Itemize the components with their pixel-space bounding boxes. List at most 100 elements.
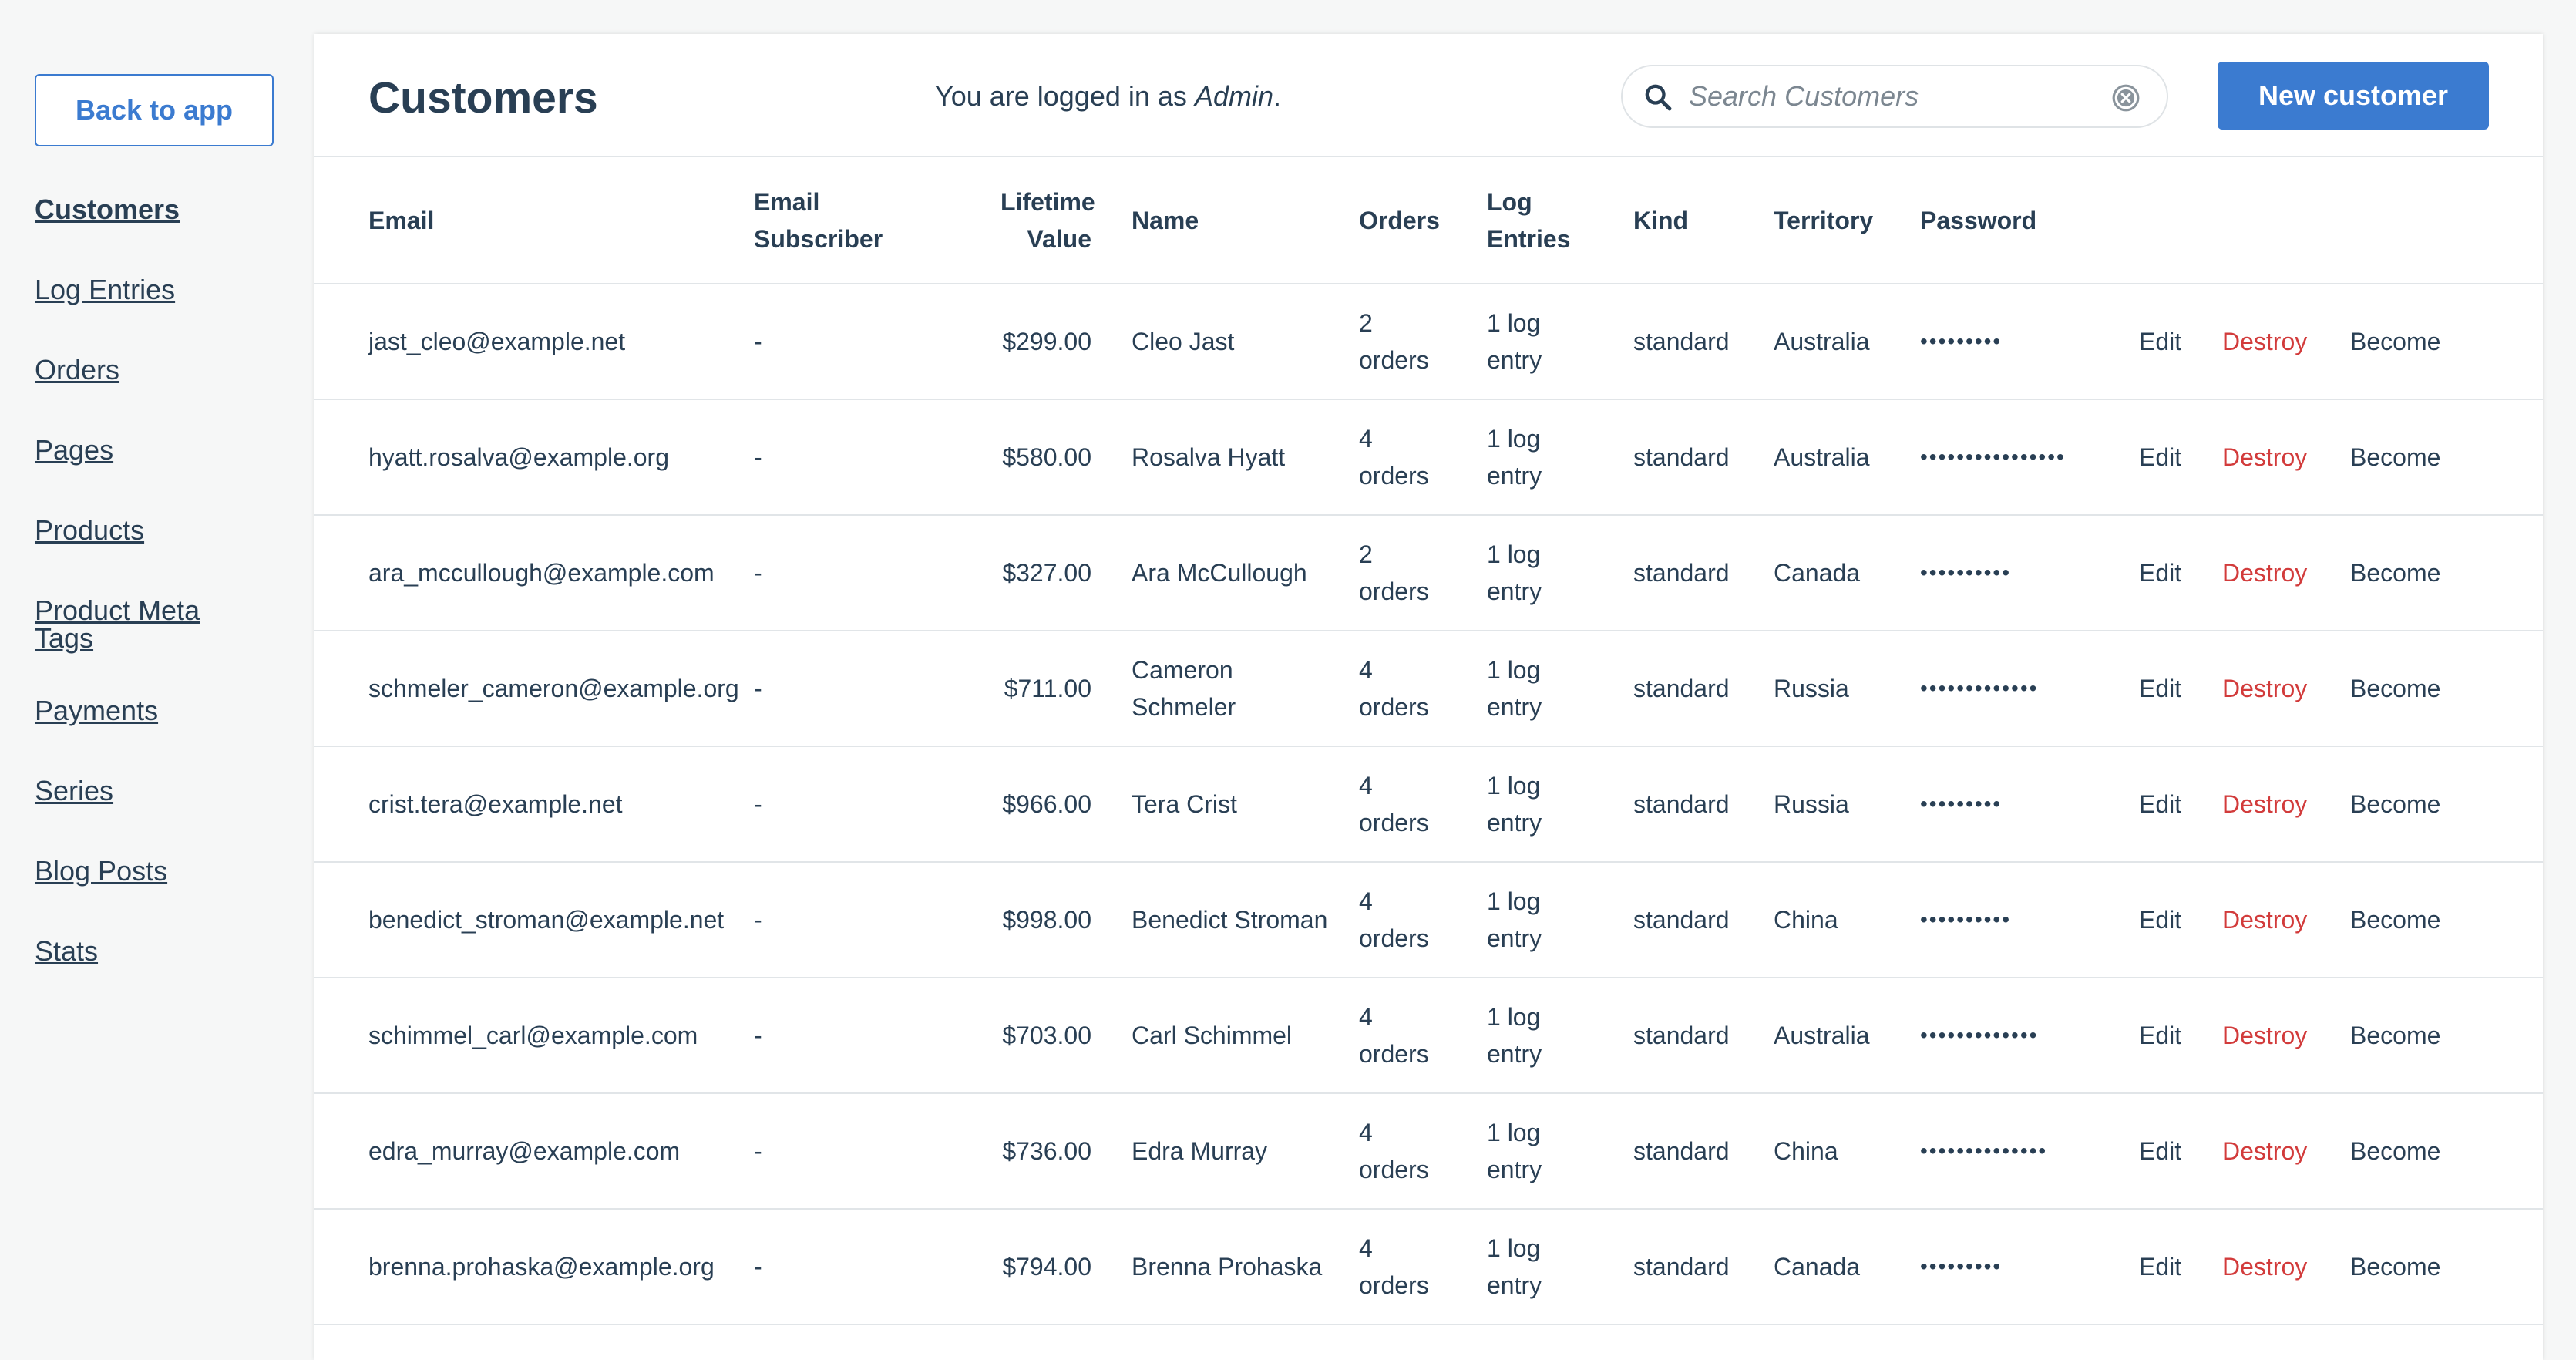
cell-kind: standard [1633, 1209, 1774, 1325]
destroy-link[interactable]: Destroy [2222, 515, 2350, 631]
cell-email: jast_cleo@example.net [314, 284, 754, 400]
cell-name: Rosalva Hyatt [1132, 399, 1359, 516]
cell-kind: standard [1633, 1093, 1774, 1210]
become-link[interactable]: Become [2350, 284, 2543, 400]
column-header-orders[interactable]: Orders [1359, 157, 1487, 284]
nav-stats[interactable]: Stats [35, 938, 281, 965]
search-input[interactable] [1689, 77, 2105, 116]
edit-link[interactable]: Edit [2139, 284, 2222, 400]
search-box[interactable] [1621, 65, 2168, 128]
nav-customers[interactable]: Customers [35, 196, 281, 224]
become-link[interactable]: Become [2350, 978, 2543, 1094]
destroy-link[interactable]: Destroy [2222, 746, 2350, 863]
nav-blog-posts[interactable]: Blog Posts [35, 857, 281, 885]
nav-payments[interactable]: Payments [35, 697, 281, 725]
cell-name: Edra Murray [1132, 1093, 1359, 1210]
become-link[interactable]: Become [2350, 862, 2543, 978]
table-row[interactable]: brenna.prohaska@example.org - $794.00 Br… [314, 1209, 2543, 1325]
edit-link[interactable]: Edit [2139, 1093, 2222, 1210]
table-row[interactable]: crist.tera@example.net - $966.00 Tera Cr… [314, 746, 2543, 863]
column-header-kind[interactable]: Kind [1633, 157, 1774, 284]
cell-email: schimmel_carl@example.com [314, 978, 754, 1094]
cell-territory: China [1774, 862, 1920, 978]
nav-log-entries[interactable]: Log Entries [35, 276, 281, 304]
edit-link[interactable]: Edit [2139, 1209, 2222, 1325]
destroy-link[interactable]: Destroy [2222, 862, 2350, 978]
cell-lifetime-value: $299.00 [954, 284, 1132, 400]
edit-link[interactable]: Edit [2139, 515, 2222, 631]
cell-lifetime-value: $580.00 [954, 399, 1132, 516]
column-header-email-subscriber[interactable]: Email Subscriber [754, 157, 954, 284]
table-row[interactable]: ara_mccullough@example.com - $327.00 Ara… [314, 515, 2543, 631]
edit-link[interactable]: Edit [2139, 978, 2222, 1094]
become-link[interactable]: Become [2350, 631, 2543, 747]
edit-link[interactable]: Edit [2139, 862, 2222, 978]
cell-password: •••••••••••••••• [1920, 399, 2139, 516]
cell-kind: standard [1633, 862, 1774, 978]
nav-orders[interactable]: Orders [35, 356, 281, 384]
cell-lifetime-value: $794.00 [954, 1209, 1132, 1325]
become-link[interactable]: Become [2350, 1093, 2543, 1210]
cell-orders: 4 orders [1359, 631, 1487, 747]
table-row[interactable]: edra_murray@example.com - $736.00 Edra M… [314, 1093, 2543, 1210]
cell-kind: standard [1633, 284, 1774, 400]
edit-link[interactable]: Edit [2139, 399, 2222, 516]
table-row[interactable]: benedict_stroman@example.net - $998.00 B… [314, 862, 2543, 978]
column-header-log-entries[interactable]: Log Entries [1487, 157, 1633, 284]
main-panel: Customers You are logged in as Admin. Ne… [314, 34, 2543, 1360]
table-row[interactable]: schmeler_cameron@example.org - $711.00 C… [314, 631, 2543, 747]
column-header-territory[interactable]: Territory [1774, 157, 1920, 284]
become-link[interactable]: Become [2350, 1209, 2543, 1325]
column-header-password[interactable]: Password [1920, 157, 2139, 284]
cell-subscriber: - [754, 1209, 954, 1325]
cell-password: ••••••••• [1920, 284, 2139, 400]
cell-password: ••••••••••••• [1920, 978, 2139, 1094]
nav-series[interactable]: Series [35, 777, 281, 805]
destroy-link[interactable]: Destroy [2222, 631, 2350, 747]
cell-password: ••••••••••••• [1920, 631, 2139, 747]
nav-products[interactable]: Products [35, 517, 281, 544]
become-link[interactable]: Become [2350, 515, 2543, 631]
become-link[interactable]: Become [2350, 746, 2543, 863]
cell-territory: Australia [1774, 284, 1920, 400]
cell-name: Cameron Schmeler [1132, 631, 1359, 747]
customers-table: Email Email Subscriber Lifetime Value Na… [314, 157, 2543, 1325]
column-header-email[interactable]: Email [314, 157, 754, 284]
cell-log-entries: 1 log entry [1487, 631, 1633, 747]
cell-lifetime-value: $327.00 [954, 515, 1132, 631]
logged-in-suffix: . [1273, 80, 1281, 112]
cell-lifetime-value: $966.00 [954, 746, 1132, 863]
cell-email: hyatt.rosalva@example.org [314, 399, 754, 516]
destroy-link[interactable]: Destroy [2222, 1093, 2350, 1210]
cell-territory: Canada [1774, 1209, 1920, 1325]
become-link[interactable]: Become [2350, 399, 2543, 516]
cell-orders: 4 orders [1359, 1209, 1487, 1325]
nav-pages[interactable]: Pages [35, 436, 281, 464]
destroy-link[interactable]: Destroy [2222, 284, 2350, 400]
sidebar: Back to app Customers Log Entries Orders… [0, 0, 314, 1337]
cell-email: crist.tera@example.net [314, 746, 754, 863]
destroy-link[interactable]: Destroy [2222, 978, 2350, 1094]
table-row[interactable]: schimmel_carl@example.com - $703.00 Carl… [314, 978, 2543, 1094]
edit-link[interactable]: Edit [2139, 631, 2222, 747]
column-header-lifetime-value[interactable]: Lifetime Value [954, 157, 1132, 284]
table-row[interactable]: hyatt.rosalva@example.org - $580.00 Rosa… [314, 399, 2543, 516]
nav-product-meta-tags[interactable]: Product Meta Tags [35, 597, 235, 652]
column-header-name[interactable]: Name [1132, 157, 1359, 284]
cell-name: Tera Crist [1132, 746, 1359, 863]
cell-subscriber: - [754, 1093, 954, 1210]
edit-link[interactable]: Edit [2139, 746, 2222, 863]
cell-password: •••••••••••••• [1920, 1093, 2139, 1210]
cell-orders: 4 orders [1359, 862, 1487, 978]
clear-search-icon[interactable] [2111, 83, 2141, 113]
cell-log-entries: 1 log entry [1487, 1093, 1633, 1210]
logged-in-user: Admin [1194, 80, 1273, 112]
destroy-link[interactable]: Destroy [2222, 1209, 2350, 1325]
table-row[interactable]: jast_cleo@example.net - $299.00 Cleo Jas… [314, 284, 2543, 400]
cell-password: •••••••••• [1920, 515, 2139, 631]
column-header-destroy [2222, 157, 2350, 284]
destroy-link[interactable]: Destroy [2222, 399, 2350, 516]
cell-orders: 4 orders [1359, 978, 1487, 1094]
new-customer-button[interactable]: New customer [2218, 62, 2489, 130]
back-to-app-button[interactable]: Back to app [35, 74, 274, 146]
